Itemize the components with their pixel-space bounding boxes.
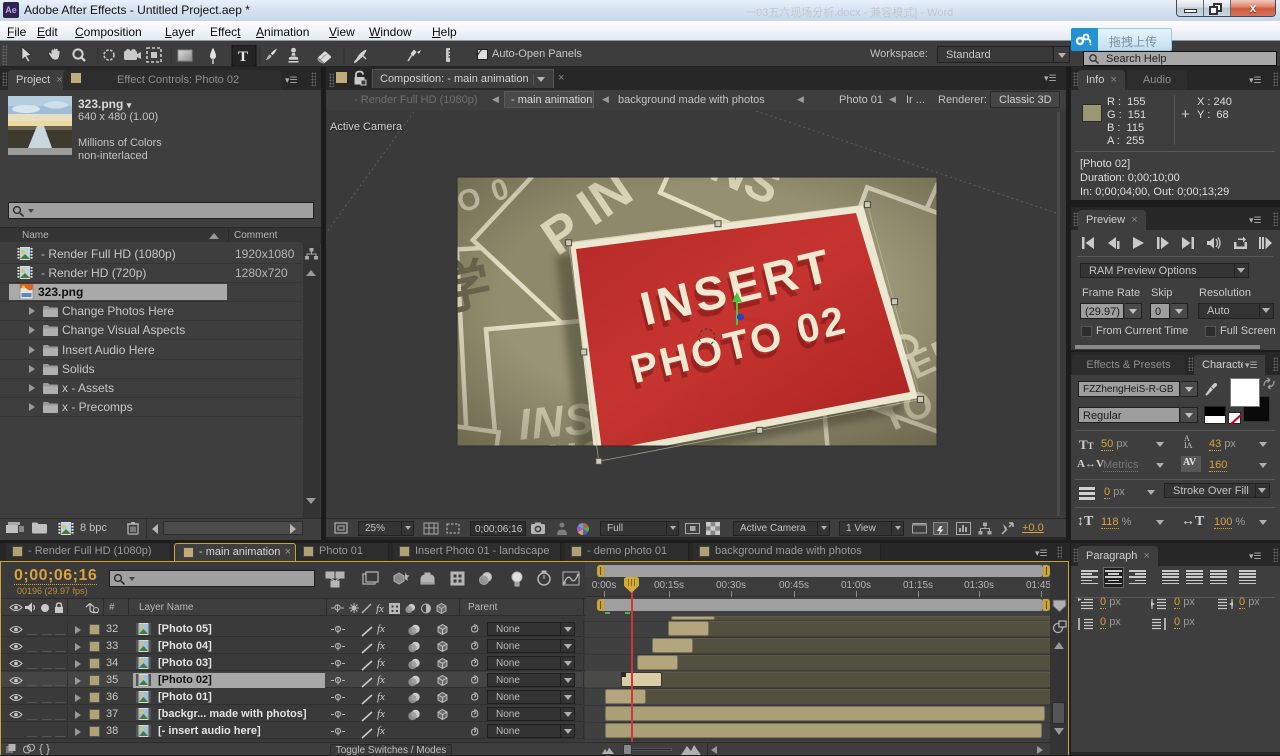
svg-text:RT: RT xyxy=(469,123,535,177)
svg-text:fx: fx xyxy=(376,603,384,614)
svg-text:T: T xyxy=(238,49,248,65)
